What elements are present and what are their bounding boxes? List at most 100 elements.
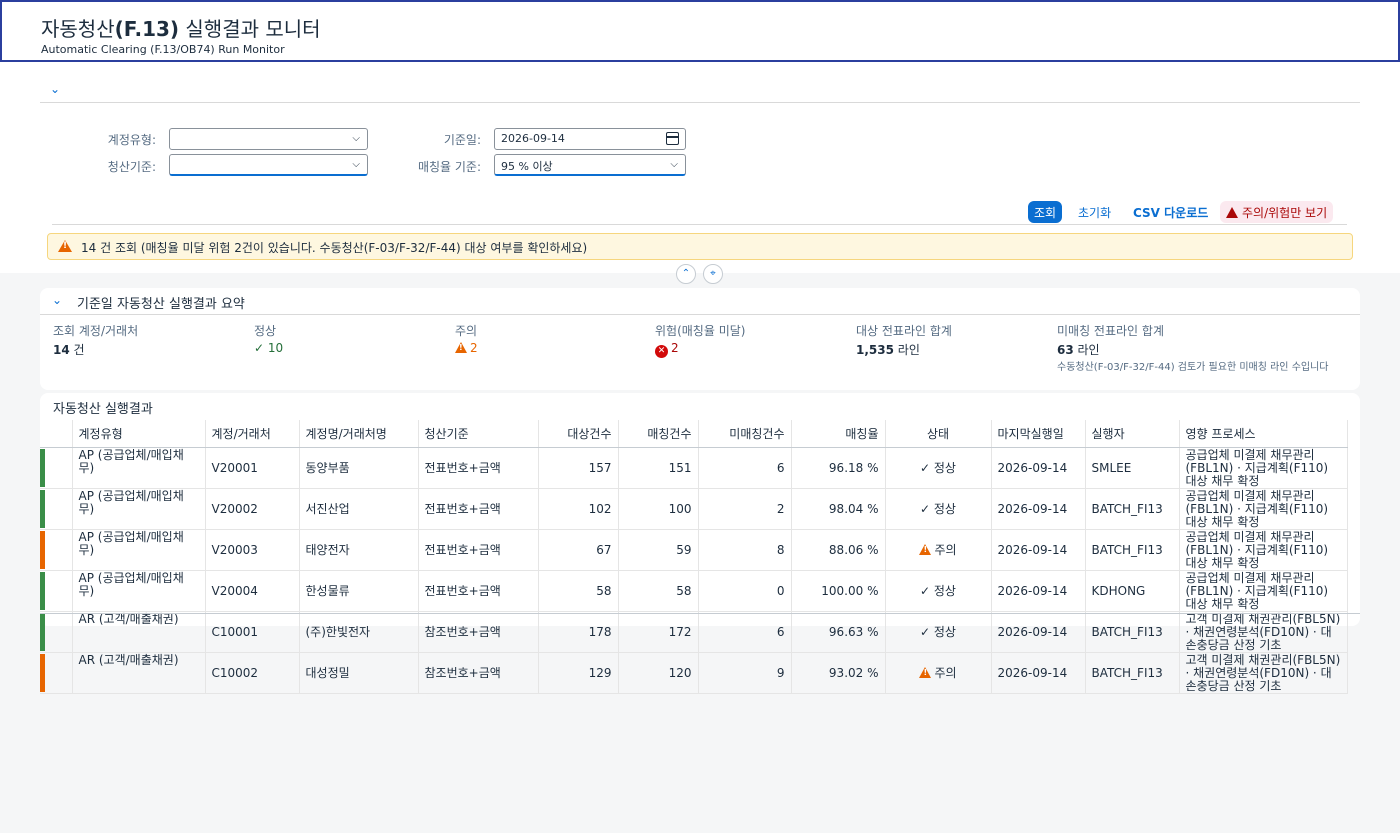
kpi-unmatched-label: 미매칭 전표라인 합계 xyxy=(1057,324,1164,338)
cell-target: 58 xyxy=(538,570,619,612)
table-row[interactable]: AP (공급업체/매입채무) V20001 동양부품 전표번호+금액 157 151 6 96… xyxy=(40,447,1348,489)
page-header: 자동청산(F.13) 실행결과 모니터 Automatic Clearing (… xyxy=(0,0,1400,62)
cell-account-type: AP (공급업체/매입채무) xyxy=(72,570,206,612)
row-status-indicator xyxy=(40,529,73,571)
cell-impact: 공급업체 미결제 채무관리(FBL1N) · 지급계획(F110) 대상 채무 … xyxy=(1179,529,1348,571)
calendar-icon[interactable] xyxy=(666,132,679,145)
cell-rate: 88.06 % xyxy=(791,529,886,571)
kpi-risk-value: ✕ 2 xyxy=(655,341,679,358)
chevron-down-icon: ⌵ xyxy=(670,159,678,170)
table-row[interactable]: AR (고객/매출채권) C10001 (주)한빛전자 참조번호+금액 178 172 6 9… xyxy=(40,611,1348,653)
cell-unmatched: 8 xyxy=(698,529,792,571)
collapse-filter-chevron-down-icon[interactable]: ⌄ xyxy=(50,82,60,96)
cell-rate: 93.02 % xyxy=(791,652,886,694)
cell-matched: 59 xyxy=(618,529,699,571)
cell-target: 67 xyxy=(538,529,619,571)
column-header[interactable]: 대상건수 xyxy=(538,420,619,448)
cell-account: V20002 xyxy=(205,488,300,530)
cell-unmatched: 6 xyxy=(698,447,792,489)
match-rate-select[interactable]: 95 % 이상 ⌵ xyxy=(494,154,686,176)
table-row[interactable]: AP (공급업체/매입채무) V20004 한성물류 전표번호+금액 58 58 0 100.… xyxy=(40,570,1348,612)
kpi-warn-number: 2 xyxy=(470,341,478,355)
csv-download-button[interactable]: CSV 다운로드 xyxy=(1127,201,1214,223)
kpi-lines-number: 1,535 xyxy=(856,343,894,357)
kpi-unmatched-unit: 라인 xyxy=(1073,343,1100,357)
chevron-down-icon: ⌵ xyxy=(352,133,360,144)
cell-basis: 전표번호+금액 xyxy=(418,570,539,612)
column-header[interactable]: 미매칭건수 xyxy=(698,420,792,448)
summary-divider xyxy=(40,314,1360,315)
status-color-bar xyxy=(40,489,45,528)
cell-status: ✓ 정상 xyxy=(885,570,992,612)
warning-icon xyxy=(455,342,467,353)
base-date-label: 기준일: xyxy=(443,133,481,147)
table-row[interactable]: AP (공급업체/매입채무) V20002 서진산업 전표번호+금액 102 100 2 98… xyxy=(40,488,1348,530)
cell-status: ✓ 정상 xyxy=(885,447,992,489)
cell-account: C10002 xyxy=(205,652,300,694)
column-header[interactable]: 상태 xyxy=(885,420,992,448)
cell-rate: 96.18 % xyxy=(791,447,886,489)
cell-unmatched: 2 xyxy=(698,488,792,530)
cell-impact: 공급업체 미결제 채무관리(FBL1N) · 지급계획(F110) 대상 채무 … xyxy=(1179,488,1348,530)
toolbar-divider xyxy=(52,224,1347,225)
results-title: 자동청산 실행결과 xyxy=(53,402,153,417)
cell-matched: 120 xyxy=(618,652,699,694)
status-text: 정상 xyxy=(933,584,956,598)
summary-collapse-chevron-down-icon[interactable]: ⌄ xyxy=(52,293,62,307)
cell-account-type: AP (공급업체/매입채무) xyxy=(72,488,206,530)
cell-account-type: AR (고객/매출채권) xyxy=(72,652,206,694)
column-header[interactable]: 청산기준 xyxy=(418,420,539,448)
column-header[interactable]: 영향 프로세스 xyxy=(1179,420,1348,448)
cell-target: 178 xyxy=(538,611,619,653)
risk-only-button[interactable]: 주의/위험만 보기 xyxy=(1220,201,1334,223)
status-color-bar xyxy=(40,612,45,651)
cell-basis: 참조번호+금액 xyxy=(418,652,539,694)
page-title: 자동청산(F.13) 실행결과 모니터 xyxy=(41,13,321,42)
base-date-picker[interactable]: 2026-09-14 xyxy=(494,128,686,150)
status-text: 정상 xyxy=(933,625,956,639)
cell-account-type: AP (공급업체/매입채무) xyxy=(72,529,206,571)
column-header[interactable]: 계정명/거래처명 xyxy=(299,420,419,448)
reset-button[interactable]: 초기화 xyxy=(1072,201,1117,223)
clearing-basis-select[interactable]: ⌵ xyxy=(169,154,368,176)
warning-message-text: 14 건 조회 (매칭율 미달 위험 2건이 있습니다. 수동청산(F-03/F… xyxy=(81,241,588,255)
results-table-body: AP (공급업체/매입채무) V20001 동양부품 전표번호+금액 157 151 6 96… xyxy=(40,447,1348,694)
kpi-warn-value: 2 xyxy=(455,341,478,355)
status-color-bar xyxy=(40,530,45,569)
account-type-label: 계정유형: xyxy=(107,133,156,147)
cell-status: ✓ 정상 xyxy=(885,611,992,653)
title-code: (F.13) xyxy=(114,17,180,41)
cell-unmatched: 9 xyxy=(698,652,792,694)
status-text: 주의 xyxy=(934,666,957,680)
title-suffix: 실행결과 모니터 xyxy=(179,17,321,41)
kpi-risk-number: 2 xyxy=(671,341,679,355)
kpi-ok-number: 10 xyxy=(267,341,284,355)
pin-header-pin-icon[interactable]: ⌖ xyxy=(703,264,723,284)
cell-runner: BATCH_FI13 xyxy=(1085,652,1180,694)
column-header[interactable]: 매칭율 xyxy=(791,420,886,448)
kpi-lines-unit: 라인 xyxy=(893,343,920,357)
row-status-indicator xyxy=(40,488,73,530)
cell-basis: 참조번호+금액 xyxy=(418,611,539,653)
column-header[interactable]: 실행자 xyxy=(1085,420,1180,448)
cell-matched: 172 xyxy=(618,611,699,653)
status-text: 정상 xyxy=(933,461,956,475)
collapse-header-chevron-up-icon[interactable]: ⌃ xyxy=(676,264,696,284)
cell-runner: BATCH_FI13 xyxy=(1085,611,1180,653)
kpi-unmatched-number: 63 xyxy=(1057,343,1074,357)
kpi-warn-label: 주의 xyxy=(455,324,478,338)
warning-icon xyxy=(919,544,932,555)
column-header[interactable]: 계정유형 xyxy=(72,420,206,448)
search-button[interactable]: 조회 xyxy=(1028,201,1063,223)
account-type-select[interactable]: ⌵ xyxy=(169,128,368,150)
cell-last-run: 2026-09-14 xyxy=(991,652,1086,694)
results-table: 계정유형 계정/거래처 계정명/거래처명 청산기준 대상건수 매칭건수 미매칭건… xyxy=(40,420,1348,694)
table-row[interactable]: AP (공급업체/매입채무) V20003 태양전자 전표번호+금액 67 59 8 88.0… xyxy=(40,529,1348,571)
kpi-risk-label: 위험(매칭율 미달) xyxy=(655,324,746,338)
cell-name: 서진산업 xyxy=(299,488,419,530)
cell-last-run: 2026-09-14 xyxy=(991,570,1086,612)
column-header[interactable]: 매칭건수 xyxy=(618,420,699,448)
column-header[interactable]: 계정/거래처 xyxy=(205,420,300,448)
table-row[interactable]: AR (고객/매출채권) C10002 대성정밀 참조번호+금액 129 120 9 93.0… xyxy=(40,652,1348,694)
column-header[interactable]: 마지막실행일 xyxy=(991,420,1086,448)
